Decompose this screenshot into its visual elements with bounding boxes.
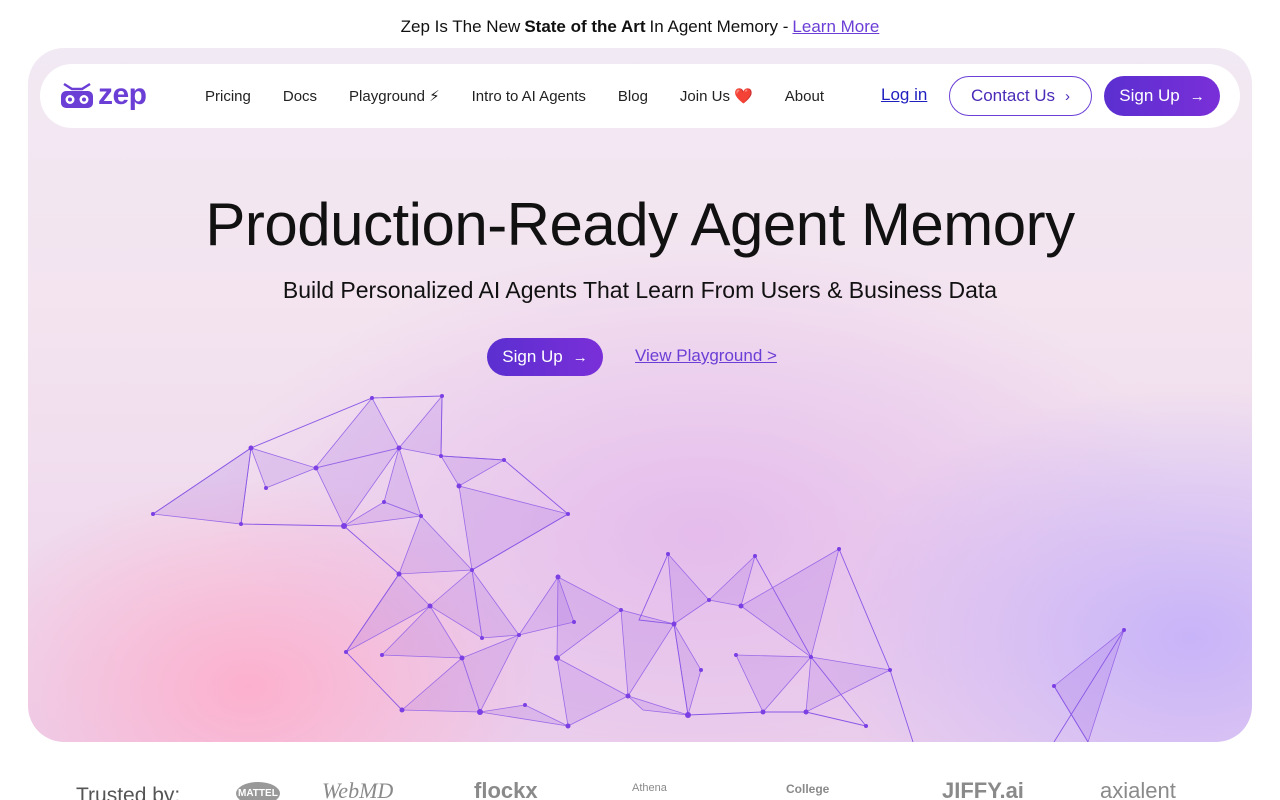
contact-us-label: Contact Us (970, 86, 1056, 105)
nav-item-blog[interactable]: Blog (618, 88, 648, 105)
nav-signup-label: Sign Up (1119, 86, 1180, 105)
nav-item-playground[interactable]: Playground ⚡ (349, 87, 440, 105)
login-link[interactable]: Log in (881, 85, 927, 105)
brand-logo-jiffy: JIFFY.ai (942, 778, 1024, 800)
hero-title: Production-Ready Agent Memory (205, 191, 1075, 258)
nav-item-intro-ai-agents[interactable]: Intro to AI Agents (472, 88, 586, 105)
brand-logo-webmd: WebMD (322, 778, 394, 800)
brand-logo-axialent: axialent (1100, 778, 1176, 800)
brand-logo-athena: Athena (632, 782, 667, 794)
hero-signup-button[interactable]: Sign Up → (487, 338, 603, 376)
hero-subtitle: Build Personalized AI Agents That Learn … (282, 277, 998, 303)
nav-item-pricing[interactable]: Pricing (205, 88, 251, 105)
nav-signup-button[interactable]: Sign Up → (1104, 76, 1220, 116)
announcement-bold: State of the Art (524, 17, 646, 36)
announcement-suffix: In Agent Memory - (649, 17, 789, 36)
trusted-by-label: Trusted by: (76, 784, 181, 800)
chevron-right-icon: › (1065, 87, 1071, 105)
hero-signup-label: Sign Up (502, 347, 563, 366)
learn-more-link[interactable]: Learn More (792, 17, 879, 37)
robot-icon (61, 82, 93, 108)
top-navbar: zep Pricing Docs Playground ⚡ Intro to A… (40, 64, 1240, 128)
zep-logo[interactable]: zep (60, 78, 147, 112)
nav-item-docs[interactable]: Docs (283, 88, 317, 105)
brand-logo-mattel: MATTEL (236, 782, 280, 800)
brand-logo-college: College (786, 782, 830, 796)
brand-logo-flockx: flockx (474, 778, 538, 800)
contact-us-button[interactable]: Contact Us › (949, 76, 1092, 116)
arrow-right-icon: → (572, 348, 588, 366)
logo-text: zep (98, 78, 147, 111)
nav-links: Pricing Docs Playground ⚡ Intro to AI Ag… (205, 64, 856, 128)
arrow-right-icon: → (1189, 87, 1205, 105)
nav-item-about[interactable]: About (785, 88, 824, 105)
announcement-bar: Zep Is The New State of the Art In Agent… (0, 0, 1280, 54)
announcement-prefix: Zep Is The New (400, 17, 521, 36)
view-playground-link[interactable]: View Playground > (635, 346, 777, 366)
brand-logos: MATTEL WebMD flockx Athena College JIFFY… (230, 778, 1220, 800)
network-graph-illustration (151, 394, 1126, 742)
nav-item-join-us[interactable]: Join Us ❤️ (680, 87, 753, 105)
